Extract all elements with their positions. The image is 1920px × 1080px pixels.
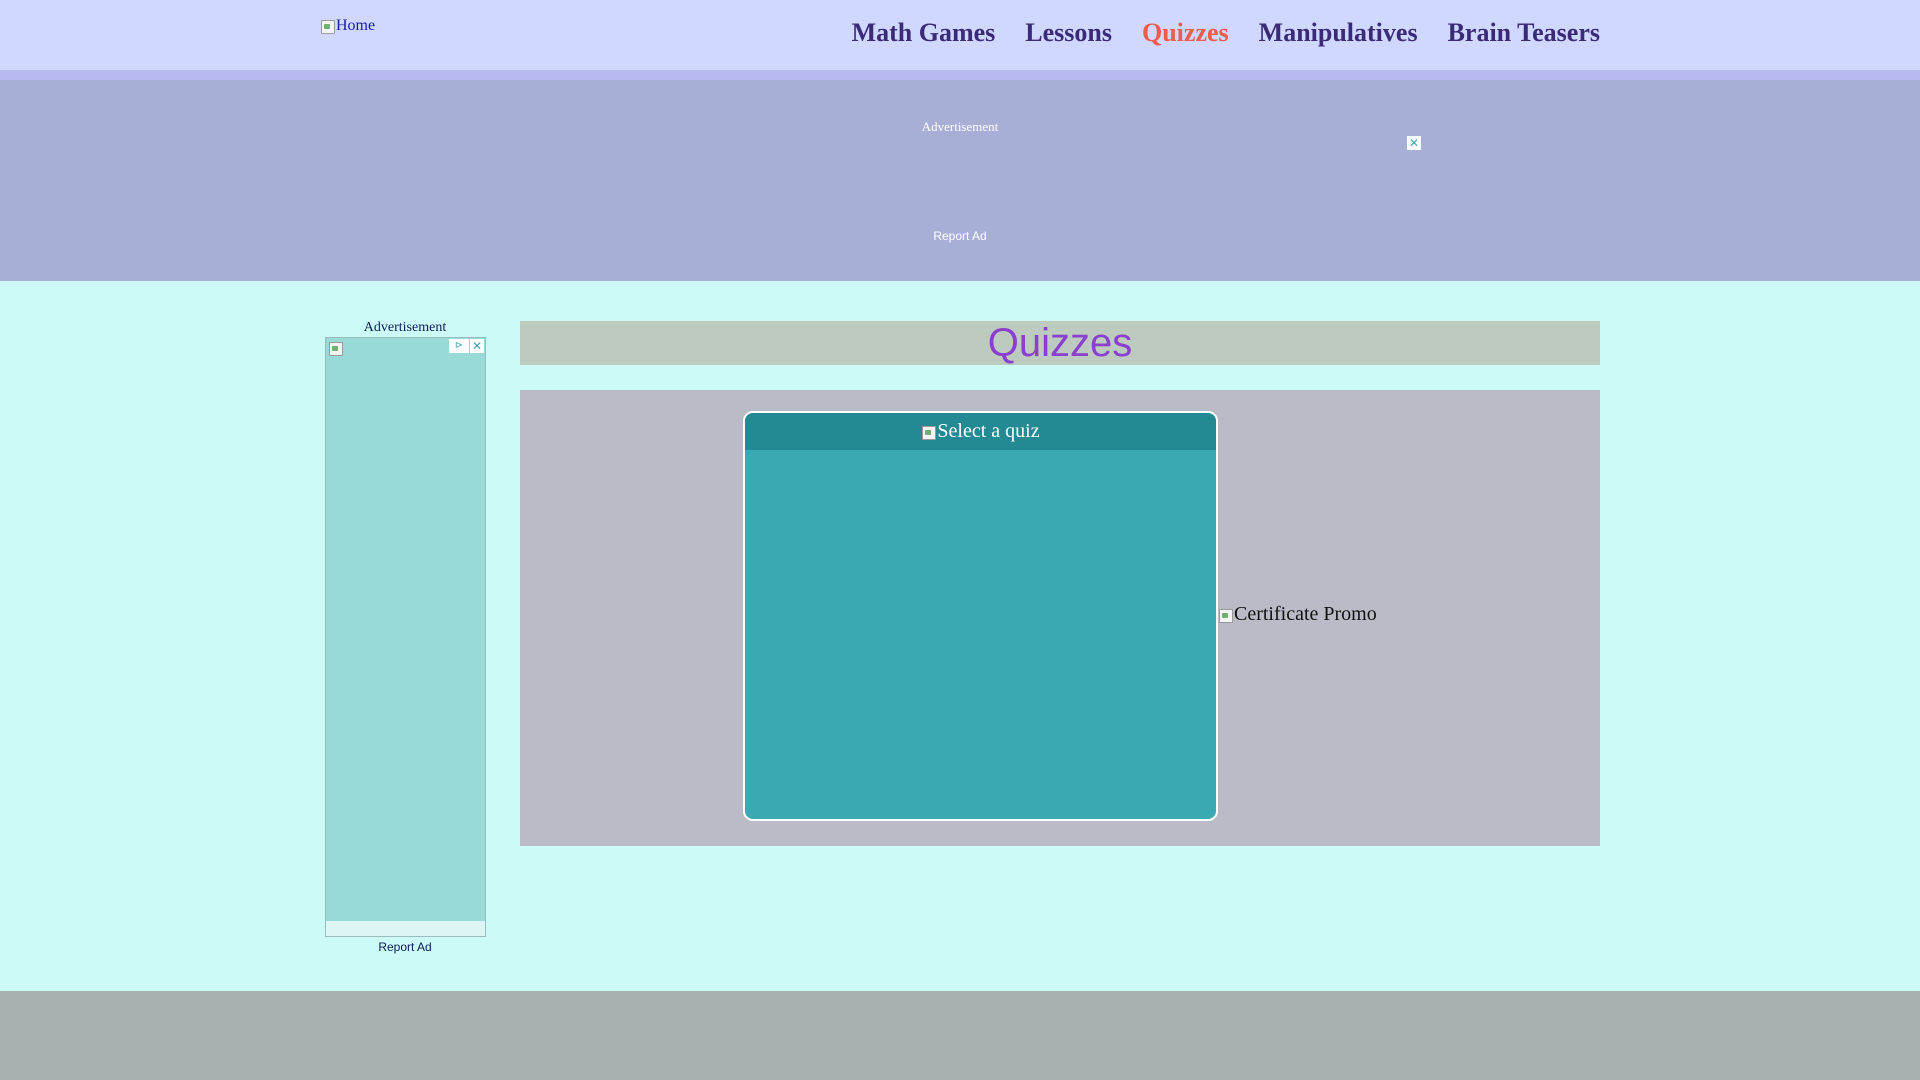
main-nav: Math Games Lessons Quizzes Manipulatives…	[852, 18, 1600, 48]
select-quiz-broken-image-icon	[921, 424, 937, 440]
select-quiz-alt-text: Select a quiz	[937, 420, 1040, 442]
site-footer	[0, 991, 1920, 1080]
side-ad-bottom-strip	[326, 921, 485, 936]
certificate-promo[interactable]: Certificate Promo	[1218, 603, 1377, 626]
side-ad-close-icon[interactable]: ✕	[470, 339, 484, 353]
nav-brain-teasers[interactable]: Brain Teasers	[1448, 18, 1600, 48]
certificate-promo-broken-image-icon	[1218, 607, 1234, 623]
page-title-bar: Quizzes	[520, 321, 1600, 365]
home-link[interactable]: Home	[320, 17, 375, 35]
page-title: Quizzes	[987, 321, 1133, 365]
quiz-selector-box[interactable]: Select a quiz	[743, 411, 1218, 821]
top-ad-report-link[interactable]: Report Ad	[0, 229, 1920, 243]
nav-lessons[interactable]: Lessons	[1025, 18, 1112, 48]
side-ad-broken-image-icon	[328, 340, 344, 356]
top-ad-banner: Advertisement ✕ Report Ad	[0, 80, 1920, 281]
site-header: Home Math Games Lessons Quizzes Manipula…	[0, 0, 1920, 80]
side-ad-label: Advertisement	[363, 320, 447, 335]
home-logo-broken-image-icon	[320, 18, 336, 34]
side-ad-report-link[interactable]: Report Ad	[325, 940, 485, 954]
nav-manipulatives[interactable]: Manipulatives	[1259, 18, 1418, 48]
quiz-selector-header: Select a quiz	[745, 413, 1216, 450]
nav-quizzes[interactable]: Quizzes	[1142, 18, 1229, 48]
top-ad-close-icon[interactable]: ✕	[1407, 136, 1421, 150]
top-ad-label: Advertisement	[921, 119, 999, 134]
quiz-panel: Select a quiz Certificate Promo	[520, 390, 1600, 846]
home-logo-alt-text: Home	[336, 17, 376, 34]
side-ad[interactable]: ⊳ ✕	[325, 337, 486, 937]
certificate-promo-alt-text: Certificate Promo	[1234, 603, 1377, 625]
nav-math-games[interactable]: Math Games	[852, 18, 996, 48]
adchoices-icon[interactable]: ⊳	[449, 339, 469, 353]
